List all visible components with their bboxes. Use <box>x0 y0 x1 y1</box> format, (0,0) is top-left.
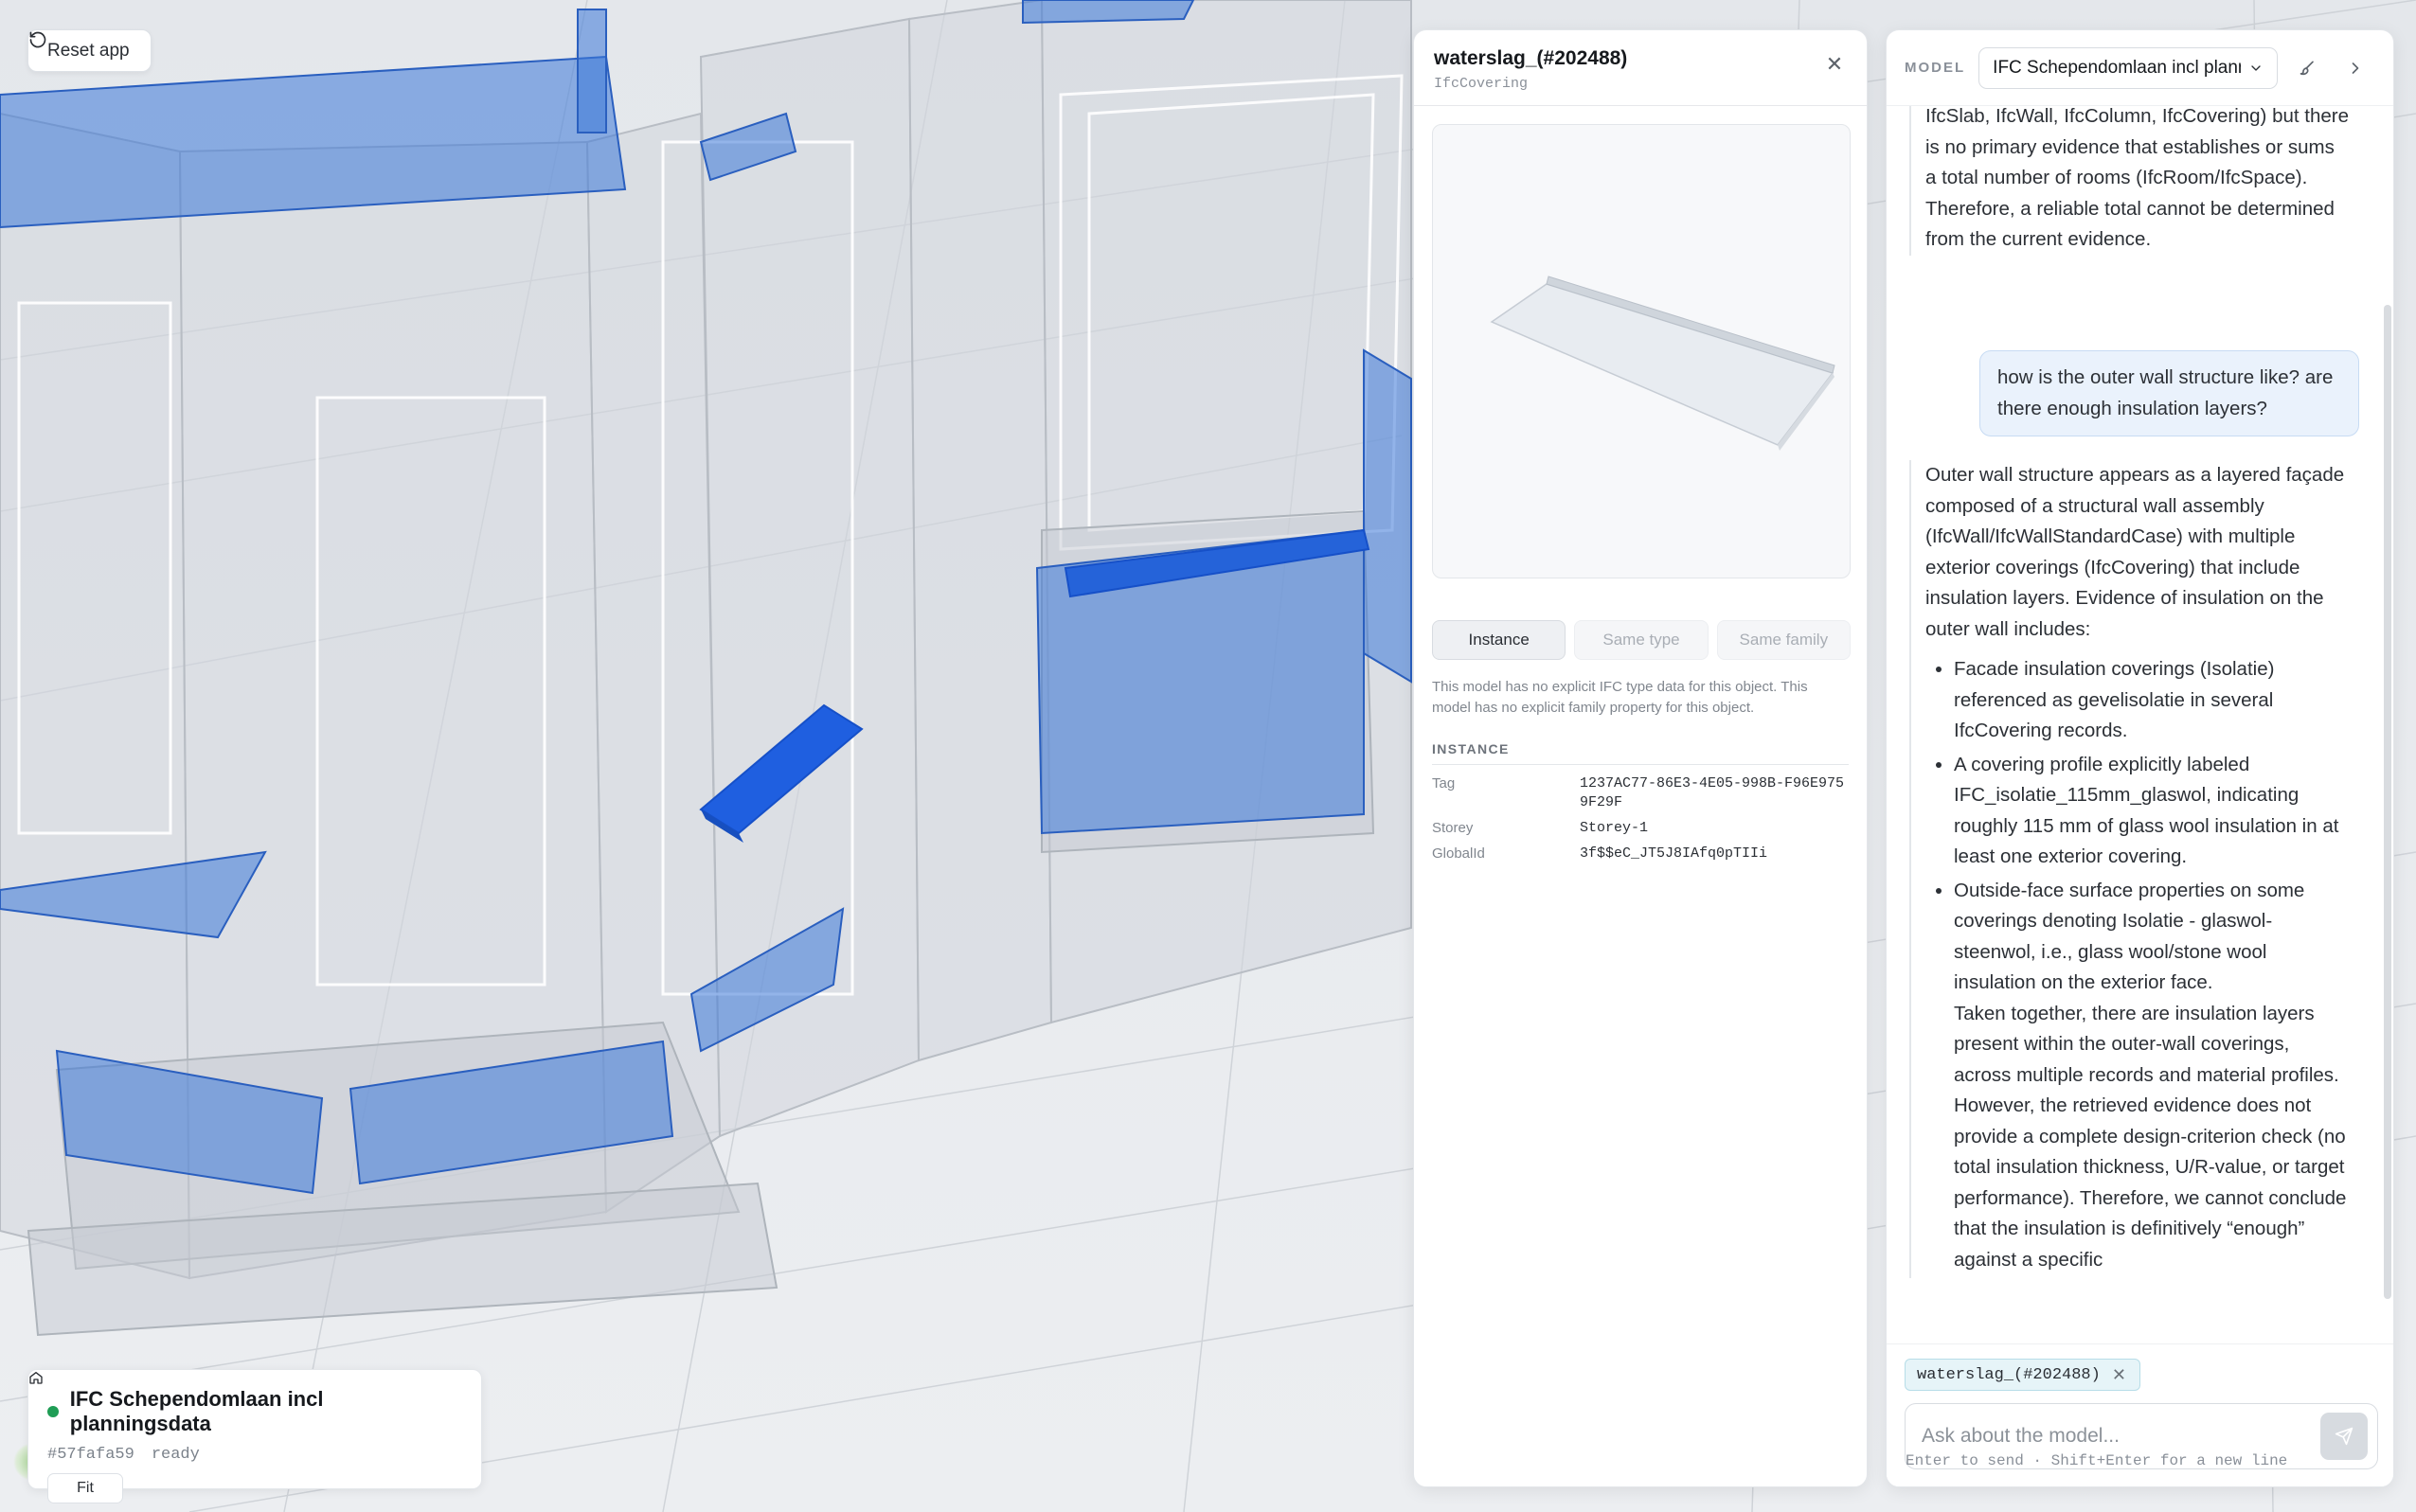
model-status-card: IFC Schependomlaan incl planningsdata #5… <box>27 1369 482 1503</box>
property-row: Storey Storey-1 <box>1432 819 1849 838</box>
assistant-message: Outer wall structure appears as a layere… <box>1909 460 2350 1278</box>
model-select-value: IFC Schependomlaan incl planningsdata <box>1993 57 2241 78</box>
remove-chip-icon[interactable]: ✕ <box>2112 1365 2126 1385</box>
model-name: IFC Schependomlaan incl planningsdata <box>69 1387 324 1435</box>
model-label: MODEL <box>1905 60 1966 76</box>
composer-hint: Enter to send · Shift+Enter for a new li… <box>1906 1452 2288 1469</box>
property-key: GlobalId <box>1432 845 1485 862</box>
reset-app-button[interactable]: Reset app <box>27 29 152 72</box>
assistant-intro: Outer wall structure appears as a layere… <box>1925 464 2345 640</box>
property-key: Tag <box>1432 775 1456 792</box>
chat-header: MODEL IFC Schependomlaan incl planningsd… <box>1887 30 2393 106</box>
property-value: Storey-1 <box>1580 820 1649 836</box>
instance-section-label: INSTANCE <box>1432 741 1849 765</box>
user-message: how is the outer wall structure like? ar… <box>1979 350 2359 436</box>
chevron-right-icon <box>2352 62 2359 74</box>
context-chip[interactable]: waterslag_(#202488) ✕ <box>1905 1359 2140 1391</box>
list-item: Outside-face surface properties on some … <box>1954 876 2350 1276</box>
model-status: ready <box>151 1446 200 1464</box>
chevron-down-icon <box>2251 64 2261 71</box>
properties-panel: waterslag_(#202488) IfcCovering ✕ Instan… <box>1413 29 1868 1487</box>
property-value: 3f$$eC_JT5J8IAfq0pTIIi <box>1580 845 1768 862</box>
fit-label: Fit <box>77 1480 94 1496</box>
assistant-message: IfcSlab, IfcWall, IfcColumn, IfcCovering… <box>1909 106 2350 256</box>
list-item-text: Outside-face surface properties on some … <box>1954 879 2305 994</box>
tab-instance[interactable]: Instance <box>1432 620 1566 660</box>
element-preview[interactable] <box>1432 124 1851 578</box>
list-item: A covering profile explicitly labeled IF… <box>1954 750 2350 873</box>
element-type: IfcCovering <box>1434 76 1529 92</box>
send-icon <box>2335 1427 2353 1446</box>
type-note: This model has no explicit IFC type data… <box>1432 679 1808 716</box>
properties-header: waterslag_(#202488) IfcCovering ✕ <box>1414 30 1867 106</box>
assistant-conclusion: Taken together, there are insulation lay… <box>1954 1002 2347 1271</box>
chat-panel: MODEL IFC Schependomlaan incl planningsd… <box>1886 29 2394 1487</box>
close-icon[interactable]: ✕ <box>1823 52 1846 76</box>
send-button[interactable] <box>2320 1413 2368 1460</box>
element-title: waterslag_(#202488) <box>1434 47 1628 69</box>
relation-tabs: Instance Same type Same family <box>1432 620 1851 660</box>
property-row: GlobalId 3f$$eC_JT5J8IAfq0pTIIi <box>1432 845 1849 863</box>
tab-same-type[interactable]: Same type <box>1574 620 1709 660</box>
chat-messages[interactable]: IfcSlab, IfcWall, IfcColumn, IfcCovering… <box>1887 106 2393 1343</box>
assistant-bullet-list: Facade insulation coverings (Isolatie) r… <box>1925 654 2350 1275</box>
rotate-ccw-icon <box>29 31 46 48</box>
chat-scrollbar[interactable] <box>2384 305 2391 1299</box>
brush-icon <box>2300 60 2315 75</box>
model-hash: #57fafa59 <box>47 1446 134 1464</box>
context-chip-label: waterslag_(#202488) <box>1917 1365 2101 1384</box>
property-row: Tag 1237AC77-86E3-4E05-998B-F96E9759F29F <box>1432 774 1849 812</box>
collapse-panel-button[interactable] <box>2338 51 2372 85</box>
fit-button[interactable]: Fit <box>29 1372 123 1503</box>
model-select[interactable]: IFC Schependomlaan incl planningsdata <box>1978 46 2279 89</box>
property-value: 1237AC77-86E3-4E05-998B-F96E9759F29F <box>1580 775 1845 810</box>
status-dot <box>47 1406 59 1417</box>
tab-same-family[interactable]: Same family <box>1716 620 1851 660</box>
instance-properties: Tag 1237AC77-86E3-4E05-998B-F96E9759F29F… <box>1432 774 1849 863</box>
list-item: Facade insulation coverings (Isolatie) r… <box>1954 654 2350 747</box>
clear-chat-button[interactable] <box>2291 51 2325 85</box>
home-icon <box>29 1372 43 1384</box>
property-key: Storey <box>1432 820 1474 836</box>
reset-app-label: Reset app <box>47 40 130 61</box>
